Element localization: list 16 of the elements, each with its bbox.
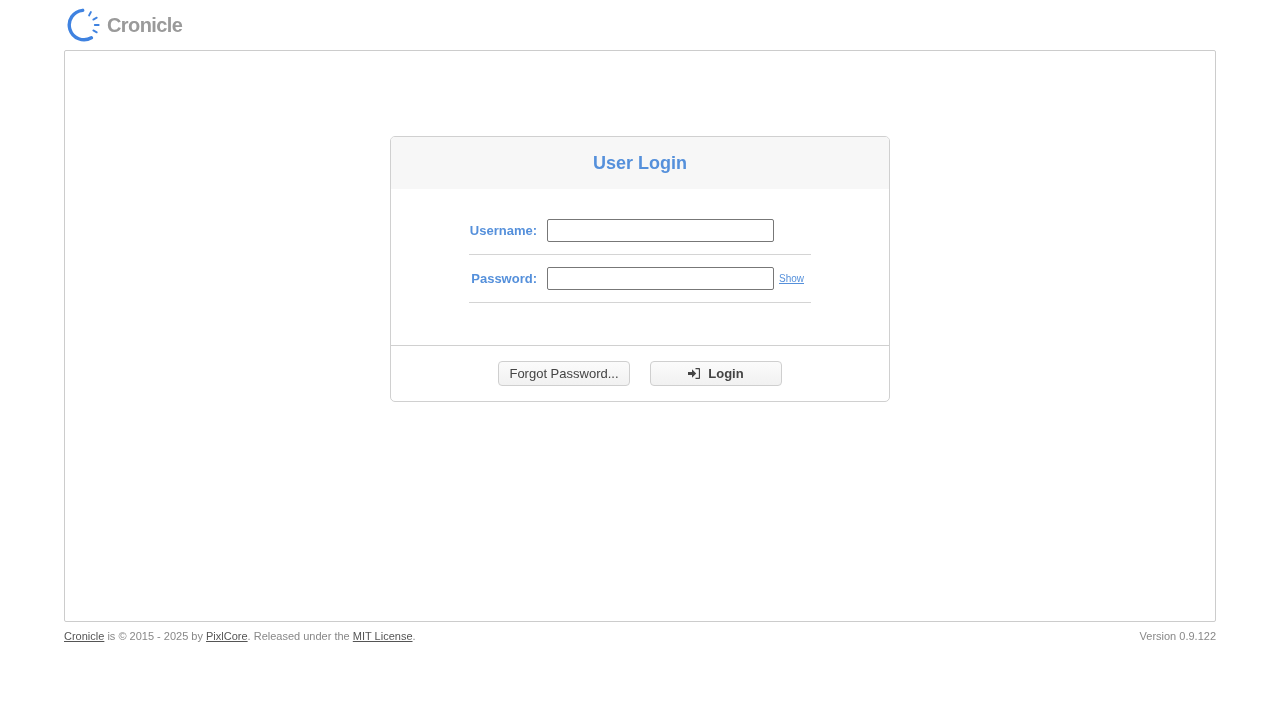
forgot-password-button[interactable]: Forgot Password...	[498, 361, 630, 386]
input-field[interactable]	[547, 267, 774, 290]
dialog-title: User Login	[593, 151, 687, 175]
input-field[interactable]	[547, 219, 774, 242]
footer-link[interactable]: MIT License	[352, 630, 413, 642]
field-label: Password:	[471, 269, 537, 288]
version-text: Version 0.9.122	[1139, 629, 1216, 644]
sign-in-icon	[688, 368, 701, 379]
field-label: Username:	[469, 221, 537, 240]
login-button[interactable]: Login	[650, 361, 782, 386]
logo-icon	[67, 8, 101, 42]
show-password-link[interactable]: Show	[779, 271, 804, 286]
footer-link[interactable]: PixlCore	[206, 630, 248, 642]
copyright-text: Cronicle is © 2015 - 2025 by PixlCore. Released under the MIT License.	[64, 629, 416, 644]
footer-link[interactable]: Cronicle	[64, 630, 105, 642]
logo-text: Cronicle	[107, 13, 183, 38]
